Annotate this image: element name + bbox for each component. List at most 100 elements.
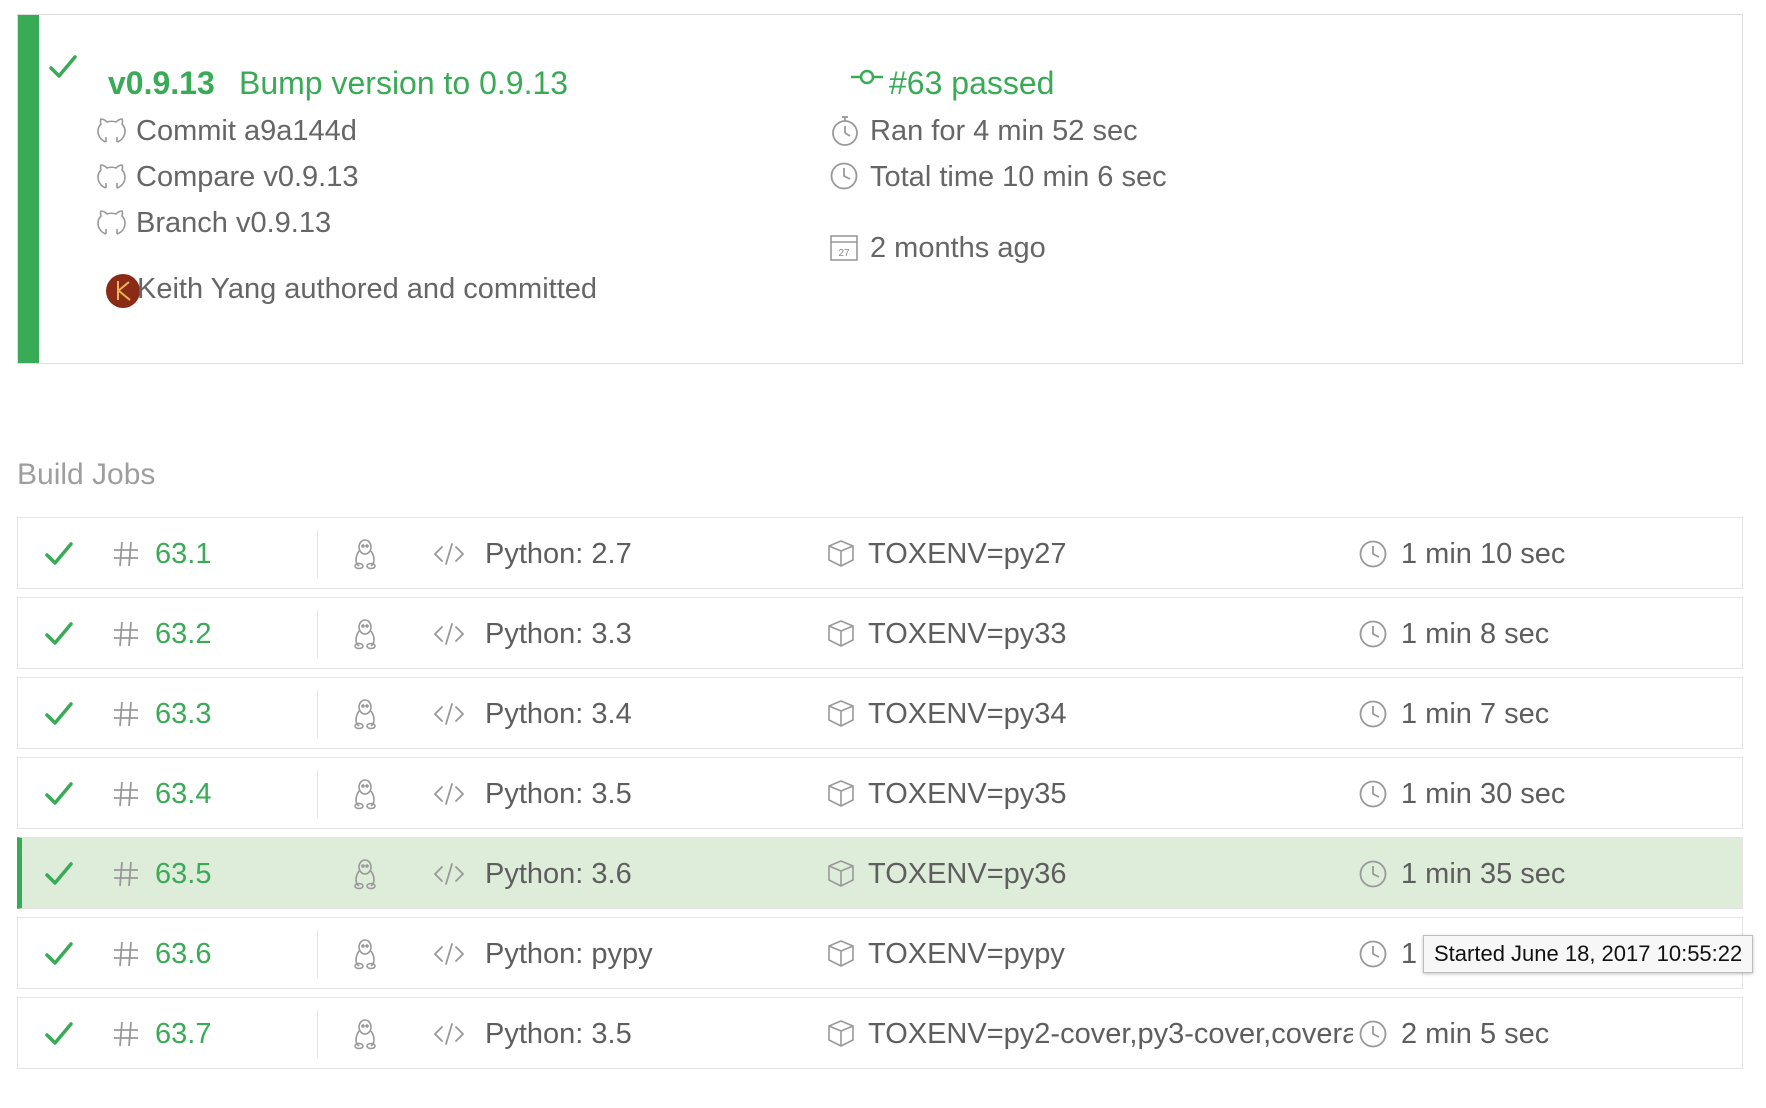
- tag-link[interactable]: v0.9.13: [108, 65, 215, 102]
- job-env: TOXENV=py27: [868, 538, 1067, 570]
- job-duration: 1 min 30 sec: [1401, 778, 1566, 810]
- job-row[interactable]: 63.5 Python: 3.6 TOXENV=py36 1 min 35 sec: [17, 837, 1743, 909]
- linux-icon: [354, 779, 376, 810]
- job-number[interactable]: 63.4: [155, 758, 211, 830]
- compare-link[interactable]: Compare v0.9.13: [136, 161, 358, 194]
- clock-icon: [1359, 540, 1387, 568]
- package-icon: [828, 780, 854, 807]
- linux-icon: [354, 539, 376, 570]
- hash-icon: [114, 941, 138, 967]
- branch-link[interactable]: Branch v0.9.13: [136, 207, 331, 240]
- divider: [317, 530, 318, 578]
- job-duration: 1 min 8 sec: [1401, 618, 1550, 650]
- hash-icon: [114, 861, 138, 887]
- code-icon: [433, 783, 465, 805]
- job-number[interactable]: 63.5: [155, 838, 211, 910]
- hash-icon: [114, 621, 138, 647]
- avatar: [106, 274, 140, 308]
- job-language: Python: 3.5: [485, 778, 632, 810]
- code-icon: [433, 543, 465, 565]
- code-icon: [433, 703, 465, 725]
- commit-message: Bump version to 0.9.13: [239, 65, 569, 101]
- job-language: Python: 3.4: [485, 698, 632, 730]
- calendar-icon: 27: [830, 235, 858, 261]
- code-icon: [433, 943, 465, 965]
- commit-icon: [851, 69, 883, 85]
- job-duration: 1 min 35 sec: [1401, 858, 1566, 890]
- divider: [317, 1010, 318, 1058]
- divider: [317, 930, 318, 978]
- check-icon: [45, 1022, 73, 1045]
- total-time: Total time 10 min 6 sec: [870, 161, 1167, 193]
- clock-icon: [1359, 620, 1387, 648]
- build-status-link[interactable]: #63 passed: [889, 65, 1054, 102]
- job-number[interactable]: 63.6: [155, 918, 211, 990]
- package-icon: [828, 540, 854, 567]
- job-row[interactable]: 63.1 Python: 2.7 TOXENV=py27 1 min 10 sec: [17, 517, 1743, 589]
- divider: [317, 610, 318, 658]
- job-language: Python: 3.6: [485, 858, 632, 890]
- linux-icon: [354, 699, 376, 730]
- package-icon: [828, 620, 854, 647]
- job-number[interactable]: 63.1: [155, 518, 211, 590]
- job-env: TOXENV=py33: [868, 618, 1067, 650]
- github-icon: [97, 164, 126, 189]
- clock-icon: [830, 162, 858, 190]
- clock-icon: [1359, 780, 1387, 808]
- time-ago: 2 months ago: [870, 232, 1046, 264]
- job-number[interactable]: 63.3: [155, 678, 211, 750]
- job-row[interactable]: 63.3 Python: 3.4 TOXENV=py34 1 min 7 sec: [17, 677, 1743, 749]
- ran-for: Ran for 4 min 52 sec: [870, 115, 1138, 147]
- author: Keith Yang authored and committed: [137, 273, 598, 305]
- check-icon: [45, 942, 73, 965]
- hash-icon: [114, 541, 138, 567]
- job-row[interactable]: 63.2 Python: 3.3 TOXENV=py33 1 min 8 sec: [17, 597, 1743, 669]
- job-language: Python: 3.3: [485, 618, 632, 650]
- tooltip: Started June 18, 2017 10:55:22: [1423, 935, 1754, 973]
- status-bar: [18, 15, 39, 363]
- divider: [317, 690, 318, 738]
- code-icon: [433, 623, 465, 645]
- job-language: Python: 2.7: [485, 538, 632, 570]
- hash-icon: [114, 701, 138, 727]
- github-icon: [97, 210, 126, 235]
- job-duration: 1 min 10 sec: [1401, 538, 1566, 570]
- build-jobs-heading: Build Jobs: [17, 458, 156, 491]
- job-row[interactable]: 63.7 Python: 3.5 TOXENV=py2-cover,py3-cove…: [17, 997, 1743, 1069]
- divider: [321, 850, 322, 898]
- linux-icon: [354, 1019, 376, 1050]
- divider: [317, 770, 318, 818]
- hash-icon: [114, 781, 138, 807]
- hash-icon: [114, 1021, 138, 1047]
- job-duration: 2 min 5 sec: [1401, 1018, 1550, 1050]
- job-row[interactable]: 63.4 Python: 3.5 TOXENV=py35 1 min 30 sec: [17, 757, 1743, 829]
- job-number[interactable]: 63.2: [155, 598, 211, 670]
- build-summary: v0.9.13 Bump version to 0.9.13 #63 passe…: [17, 14, 1743, 364]
- clock-icon: [1359, 1020, 1387, 1048]
- github-icon: [97, 118, 126, 143]
- package-icon: [828, 700, 854, 727]
- job-language: Python: 3.5: [485, 1018, 632, 1050]
- job-env: TOXENV=py2-cover,py3-cover,coverage: [868, 1018, 1353, 1050]
- stopwatch-icon: [832, 116, 858, 146]
- code-icon: [433, 863, 465, 885]
- linux-icon: [354, 859, 376, 890]
- clock-icon: [1359, 700, 1387, 728]
- check-icon: [49, 55, 77, 78]
- svg-text:27: 27: [838, 248, 850, 259]
- commit-link[interactable]: Commit a9a144d: [136, 115, 357, 148]
- job-language: Python: pypy: [485, 938, 653, 970]
- job-env: TOXENV=pypy: [868, 938, 1065, 970]
- check-icon: [45, 862, 73, 885]
- clock-icon: [1359, 940, 1387, 968]
- job-number[interactable]: 63.7: [155, 998, 211, 1070]
- job-duration: 1 min 7 sec: [1401, 698, 1550, 730]
- linux-icon: [354, 619, 376, 650]
- package-icon: [828, 860, 854, 887]
- job-env: TOXENV=py36: [868, 858, 1067, 890]
- job-env: TOXENV=py34: [868, 698, 1067, 730]
- package-icon: [828, 1020, 854, 1047]
- code-icon: [433, 1023, 465, 1045]
- clock-icon: [1359, 860, 1387, 888]
- check-icon: [45, 782, 73, 805]
